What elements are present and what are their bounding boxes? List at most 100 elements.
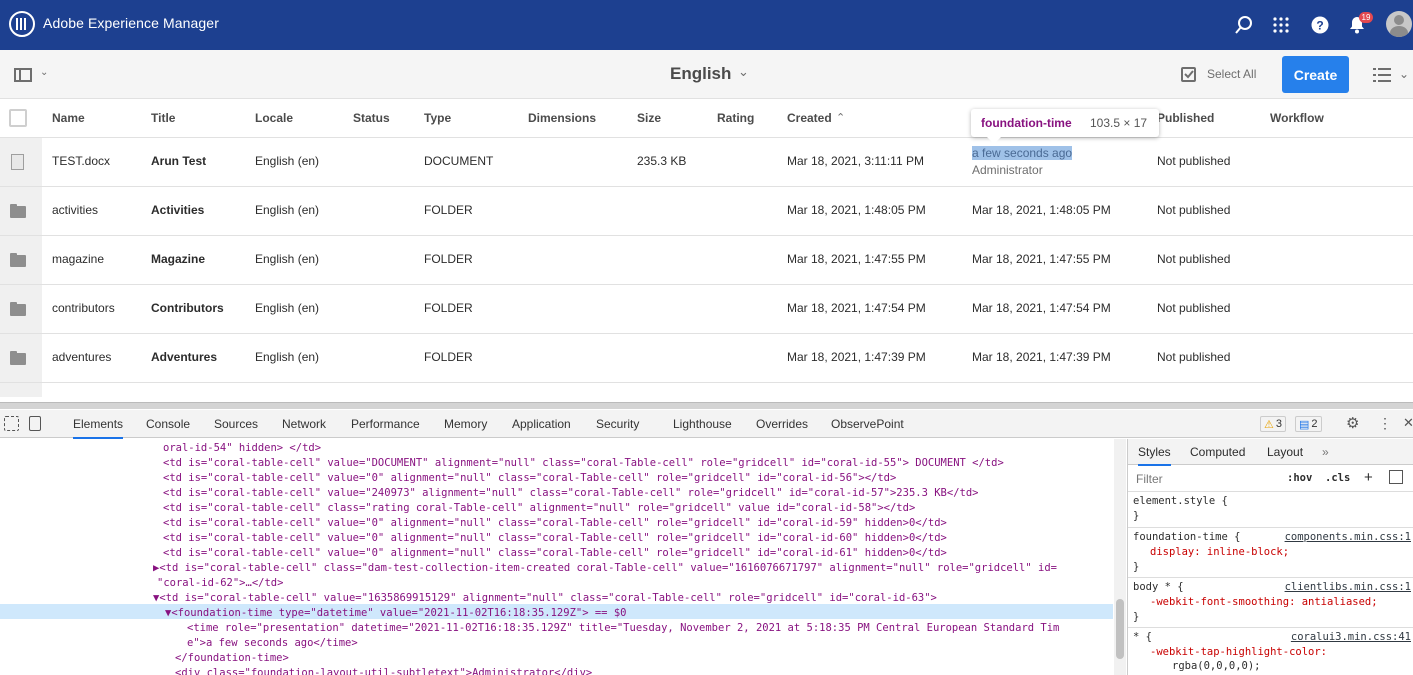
devtools-resize-handle[interactable] — [0, 402, 1413, 409]
app-title[interactable]: Adobe Experience Manager — [43, 15, 219, 31]
tab-styles[interactable]: Styles — [1138, 445, 1171, 466]
table-row[interactable]: magazine Magazine English (en) FOLDER Ma… — [0, 236, 1413, 285]
aem-logo-icon[interactable] — [9, 11, 35, 37]
tab-elements[interactable]: Elements — [73, 417, 124, 439]
filter-input[interactable]: Filter — [1136, 472, 1163, 486]
rail-toggle-icon[interactable] — [14, 68, 32, 82]
rule-selector[interactable]: body * { — [1133, 581, 1184, 593]
devtools-tabbar: Elements Console Sources Network Perform… — [0, 410, 1413, 439]
tab-network[interactable]: Network — [282, 417, 326, 431]
col-workflow[interactable]: Workflow — [1270, 111, 1324, 125]
locale-title[interactable]: English — [670, 64, 731, 84]
col-title[interactable]: Title — [151, 111, 175, 125]
more-options-icon[interactable]: ⋮ — [1378, 415, 1392, 432]
sort-ascending-icon[interactable]: ⌃ — [836, 111, 845, 124]
cls-toggle[interactable]: .cls — [1325, 472, 1350, 484]
search-icon[interactable] — [1233, 14, 1255, 36]
create-button[interactable]: Create — [1282, 56, 1349, 93]
cell-type: DOCUMENT — [424, 154, 494, 168]
col-name[interactable]: Name — [52, 111, 85, 125]
code-line[interactable]: ▶<td is="coral-table-cell" class="dam-te… — [153, 561, 1057, 576]
code-line[interactable]: "coral-id-62">…</td> — [157, 576, 283, 591]
rule-selector[interactable]: * { — [1133, 631, 1152, 643]
rule-declaration[interactable]: display: inline-block; — [1150, 546, 1289, 558]
help-icon[interactable]: ? — [1309, 14, 1331, 36]
elements-scrollbar[interactable] — [1114, 439, 1126, 675]
chevron-down-icon[interactable]: ⌄ — [738, 64, 749, 80]
tab-observepoint[interactable]: ObservePoint — [831, 417, 904, 431]
code-line[interactable]: <td is="coral-table-cell" class="rating … — [163, 501, 915, 516]
tab-memory[interactable]: Memory — [444, 417, 487, 431]
settings-gear-icon[interactable]: ⚙ — [1346, 414, 1359, 432]
rule-declaration[interactable]: -webkit-tap-highlight-color: — [1150, 646, 1327, 658]
folder-icon — [10, 253, 26, 267]
code-line[interactable]: <td is="coral-table-cell" value="240973"… — [163, 486, 978, 501]
cell-published: Not published — [1157, 252, 1231, 266]
select-all-checkbox-icon[interactable] — [1181, 67, 1196, 82]
code-line[interactable]: <div class="foundation-layout-util-subtl… — [175, 666, 592, 675]
col-size[interactable]: Size — [637, 111, 661, 125]
tab-console[interactable]: Console — [146, 417, 190, 431]
code-line[interactable]: <td is="coral-table-cell" value="0" alig… — [163, 546, 947, 561]
tab-lighthouse[interactable]: Lighthouse — [673, 417, 732, 431]
messages-badge[interactable]: ▤ 2 — [1295, 416, 1322, 432]
col-dimensions[interactable]: Dimensions — [528, 111, 596, 125]
col-created[interactable]: Created — [787, 111, 832, 125]
tab-computed[interactable]: Computed — [1190, 445, 1245, 459]
table-row[interactable]: adventures Adventures English (en) FOLDE… — [0, 334, 1413, 383]
rule-source-link[interactable]: clientlibs.min.css:1 — [1285, 581, 1411, 593]
rule-source-link[interactable]: coralui3.min.css:41 — [1291, 631, 1411, 643]
document-icon — [11, 154, 24, 170]
user-avatar[interactable] — [1386, 11, 1412, 37]
code-line[interactable]: <td is="coral-table-cell" value="0" alig… — [163, 471, 896, 486]
tooltip-dimensions: 103.5 × 17 — [1090, 116, 1148, 130]
more-tabs-icon[interactable]: » — [1322, 445, 1329, 459]
message-icon: ▤ — [1299, 418, 1310, 431]
list-view-icon[interactable] — [1373, 67, 1391, 83]
select-all-label[interactable]: Select All — [1207, 67, 1256, 81]
code-line[interactable]: <td is="coral-table-cell" value="DOCUMEN… — [163, 456, 1004, 471]
inspect-element-icon[interactable] — [4, 416, 19, 431]
rule-value[interactable]: rgba(0,0,0,0); — [1172, 660, 1261, 672]
warnings-badge[interactable]: ⚠ 3 — [1260, 416, 1286, 432]
code-line-selected[interactable]: ▼<foundation-time type="datetime" value=… — [165, 606, 626, 621]
folder-icon — [10, 302, 26, 316]
tab-security[interactable]: Security — [596, 417, 639, 431]
tab-application[interactable]: Application — [512, 417, 571, 431]
tab-performance[interactable]: Performance — [351, 417, 420, 431]
code-line[interactable]: e">a few seconds ago</time> — [187, 636, 358, 651]
chevron-down-icon[interactable]: ⌄ — [1399, 67, 1409, 81]
code-line[interactable]: ▼<td is="coral-table-cell" value="163586… — [153, 591, 937, 606]
code-line[interactable]: </foundation-time> — [175, 651, 289, 666]
code-line[interactable]: oral-id-54" hidden> </td> — [163, 441, 321, 456]
col-published[interactable]: Published — [1157, 111, 1214, 125]
col-type[interactable]: Type — [424, 111, 451, 125]
code-line[interactable]: <time role="presentation" datetime="2021… — [187, 621, 1059, 636]
chevron-down-icon[interactable]: ⌄ — [40, 67, 48, 78]
table-row[interactable]: contributors Contributors English (en) F… — [0, 285, 1413, 334]
rule-declaration[interactable]: -webkit-font-smoothing: antialiased; — [1150, 596, 1378, 608]
table-row[interactable]: activities Activities English (en) FOLDE… — [0, 187, 1413, 236]
cell-locale: English (en) — [255, 301, 320, 315]
tab-overrides[interactable]: Overrides — [756, 417, 808, 431]
cell-name: magazine — [52, 252, 105, 266]
styles-filter-bar: Filter :hov .cls + — [1128, 466, 1413, 492]
col-status[interactable]: Status — [353, 111, 390, 125]
new-rule-icon[interactable]: + — [1364, 469, 1373, 486]
rule-selector[interactable]: element.style { — [1133, 495, 1228, 507]
hov-toggle[interactable]: :hov — [1287, 472, 1312, 484]
col-rating[interactable]: Rating — [717, 111, 754, 125]
tab-layout[interactable]: Layout — [1267, 445, 1303, 459]
rule-source-link[interactable]: components.min.css:1 — [1285, 531, 1411, 543]
code-line[interactable]: <td is="coral-table-cell" value="0" alig… — [163, 531, 947, 546]
rule-selector[interactable]: foundation-time { — [1133, 531, 1240, 543]
table-row[interactable]: TEST.docx Arun Test English (en) DOCUMEN… — [0, 138, 1413, 187]
code-line[interactable]: <td is="coral-table-cell" value="0" alig… — [163, 516, 947, 531]
col-locale[interactable]: Locale — [255, 111, 293, 125]
apps-grid-icon[interactable] — [1270, 14, 1292, 36]
toggle-sidebar-icon[interactable] — [1389, 470, 1403, 484]
device-toolbar-icon[interactable] — [29, 416, 41, 431]
close-icon[interactable]: ✕ — [1403, 415, 1413, 431]
select-all-rows-checkbox[interactable] — [9, 109, 27, 127]
tab-sources[interactable]: Sources — [214, 417, 258, 431]
